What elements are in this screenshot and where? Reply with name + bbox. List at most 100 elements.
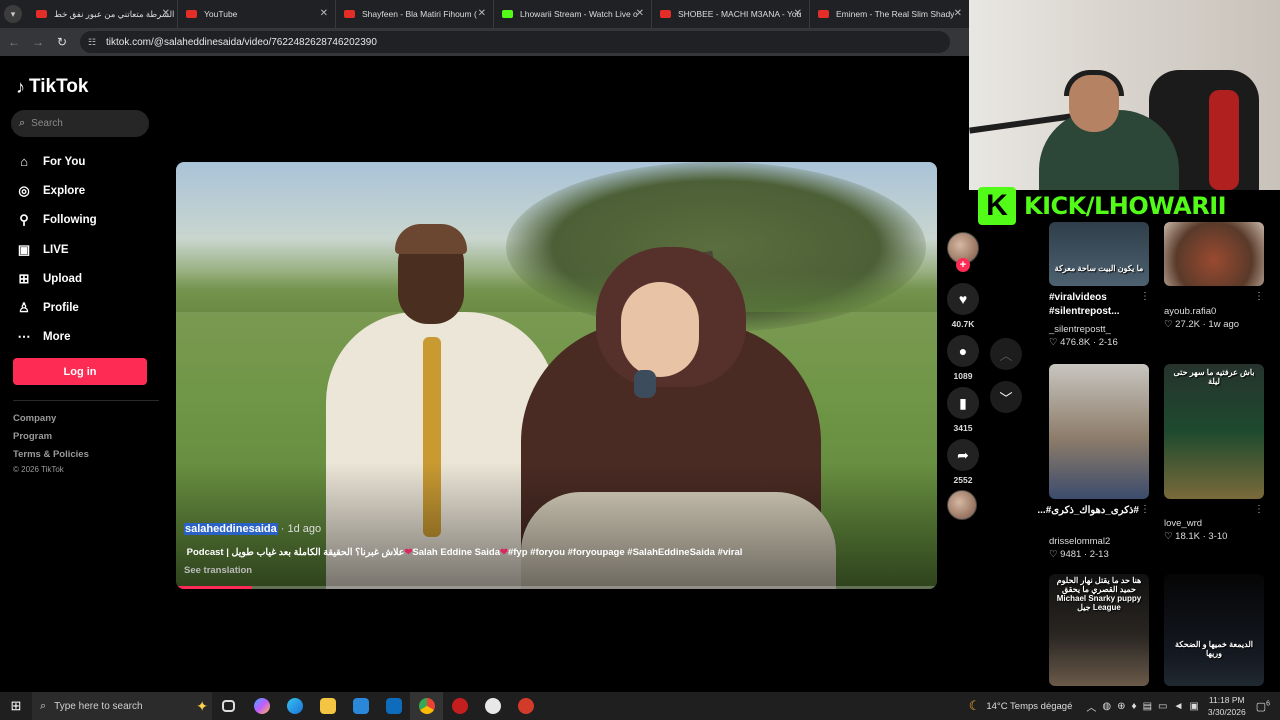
footer-link-company[interactable]: Company [13,413,56,424]
volume-icon[interactable]: ◄ [1174,701,1184,712]
4k-app-icon[interactable] [476,692,509,720]
search-placeholder: Search [31,118,63,129]
save-button[interactable]: ▮ [947,387,979,419]
outlook-icon[interactable] [377,692,410,720]
edge-icon[interactable] [278,692,311,720]
search-input[interactable]: ⌕ Search [11,110,149,137]
file-explorer-icon[interactable] [311,692,344,720]
weather-moon-icon: ☾ [968,698,981,713]
browser-tab[interactable]: الشرطة متعاتني من عبور نفق خط ✕ [28,0,178,28]
clock-date: 3/30/2026 [1207,707,1246,717]
tiktok-logo[interactable]: ♪ TikTok [16,76,88,98]
sidebar-item-upload[interactable]: ⊞ Upload [15,264,97,293]
suggested-thumbnail[interactable] [1164,222,1264,286]
suggested-thumbnail[interactable] [1049,364,1149,499]
browser-tab-strip: ▾ الشرطة متعاتني من عبور نفق خط ✕ YouTub… [0,0,970,28]
video-author-link[interactable]: salaheddinesaida [184,523,278,535]
tray-app-icon[interactable]: ◍ [1102,701,1111,712]
login-button[interactable]: Log in [13,358,147,385]
like-button[interactable]: ♥ [947,283,979,315]
suggested-thumbnail[interactable]: ما يكون البيت ساحة معركة [1049,222,1149,286]
recorder-app-icon[interactable] [509,692,542,720]
suggested-thumbnail[interactable]: هنا حد ما يقتل نهار الحلوم حميد القصري م… [1049,574,1149,686]
see-translation-link[interactable]: See translation [184,565,252,576]
more-options-icon[interactable]: ⋮ [1140,504,1150,515]
browser-tab[interactable]: YouTube ✕ [178,0,336,28]
following-icon: ⚲ [19,212,29,228]
youtube-icon [36,10,47,18]
tray-app-icon[interactable]: ▣ [1189,701,1198,712]
tray-app-icon[interactable]: ▤ [1143,701,1152,712]
caption-hashtags[interactable]: #fyp #foryou #foryoupage #SalahEddineSai… [508,547,742,558]
more-options-icon[interactable]: ⋮ [1254,504,1264,515]
suggested-stats: ♡ 18.1K · 3-10 [1164,531,1228,542]
chrome-icon[interactable] [410,692,443,720]
suggested-title[interactable]: #ذكرى_دهواك_ذكرى#... [1037,504,1139,518]
follow-plus-icon[interactable]: + [956,258,970,272]
chevron-up-icon: ︿ [999,347,1013,363]
suggested-user[interactable]: love_wrd [1164,518,1202,529]
heart-icon: ♥ [958,291,968,307]
sidebar-item-profile[interactable]: ♙ Profile [15,293,97,322]
back-icon[interactable]: ← [2,35,26,49]
weather-text[interactable]: 14°C Temps dégagé [986,701,1072,712]
youtube-icon [186,10,197,18]
browser-tab[interactable]: Lhowarii Stream - Watch Live o ✕ [494,0,652,28]
close-tab-icon[interactable]: ✕ [954,8,962,19]
compass-icon: ◎ [18,182,30,198]
task-view-icon[interactable] [212,692,245,720]
browser-tab[interactable]: Shayfeen - Bla Matiri Fihoum ( ✕ [336,0,494,28]
video-progress-bar[interactable] [176,586,937,589]
copilot-icon[interactable] [245,692,278,720]
taskbar: ⊞ ⌕ Type here to search ✦ ☾ 14°C Temps d… [0,692,1280,720]
tab-search-icon[interactable]: ▾ [4,5,22,23]
sidebar-item-label: Following [43,214,97,227]
close-tab-icon[interactable]: ✕ [636,8,644,19]
next-video-button[interactable]: ﹀ [990,381,1022,413]
store-icon[interactable] [344,692,377,720]
microphone-icon[interactable]: ♦ [1131,701,1136,712]
more-options-icon[interactable]: ⋮ [1254,291,1264,302]
youtube-icon [344,10,355,18]
previous-video-button[interactable]: ︿ [990,338,1022,370]
windows-start-icon[interactable]: ⊞ [0,698,32,714]
taskbar-search[interactable]: ⌕ Type here to search ✦ [32,692,212,720]
forward-icon[interactable]: → [26,35,50,49]
suggested-user[interactable]: _silentrepostt_ [1049,324,1111,335]
suggested-stats: ♡ 9481 · 2-13 [1049,549,1109,560]
footer-link-terms[interactable]: Terms & Policies [13,449,89,460]
network-icon[interactable]: ▭ [1158,701,1167,712]
suggested-user[interactable]: drisselommal2 [1049,536,1110,547]
close-tab-icon[interactable]: ✕ [794,8,802,19]
browser-tab[interactable]: Eminem - The Real Slim Shady ✕ [810,0,970,28]
close-tab-icon[interactable]: ✕ [162,8,170,19]
clock[interactable]: 11:18 PM 3/30/2026 [1208,694,1246,718]
webcam-chair-accent [1209,90,1239,190]
sidebar-item-explore[interactable]: ◎ Explore [15,176,97,205]
more-options-icon[interactable]: ⋮ [1140,291,1150,302]
notifications-icon[interactable]: ▢6 [1256,700,1270,713]
sidebar-item-following[interactable]: ⚲ Following [15,206,97,235]
browser-tab[interactable]: SHOBEE - MACHI M3ANA - You ✕ [652,0,810,28]
reload-icon[interactable]: ↻ [50,35,74,49]
suggested-title[interactable]: #viralvideos #silentrepost... [1049,291,1139,319]
suggested-thumbnail[interactable]: الديمعة خميها و الضحكة وريها [1164,574,1264,686]
sidebar-item-live[interactable]: ▣ LIVE [15,235,97,264]
tray-overflow-icon[interactable]: ︿ [1086,699,1096,714]
video-player[interactable]: salaheddinesaida · 1d ago علاش غبرنا؟ ال… [176,162,937,589]
site-settings-icon[interactable]: ☷ [88,37,100,48]
share-button[interactable]: ➦ [947,439,979,471]
close-tab-icon[interactable]: ✕ [320,8,328,19]
url-field[interactable]: ☷ tiktok.com/@salaheddinesaida/video/762… [80,31,950,53]
suggested-user[interactable]: ayoub.rafia0 [1164,306,1216,317]
suggested-thumbnail[interactable]: باش عرفتيه ما سهر حتى ليلة [1164,364,1264,499]
comment-button[interactable]: ● [947,335,979,367]
sound-avatar[interactable] [947,490,977,520]
close-tab-icon[interactable]: ✕ [478,8,486,19]
tray-app-icon[interactable]: ⊕ [1117,701,1125,712]
sidebar-item-more[interactable]: ⋯ More [15,323,97,352]
sidebar-item-for-you[interactable]: ⌂ For You [15,147,97,176]
media-app-icon[interactable] [443,692,476,720]
footer-link-program[interactable]: Program [13,431,52,442]
taskbar-search-placeholder: Type here to search [54,700,143,712]
